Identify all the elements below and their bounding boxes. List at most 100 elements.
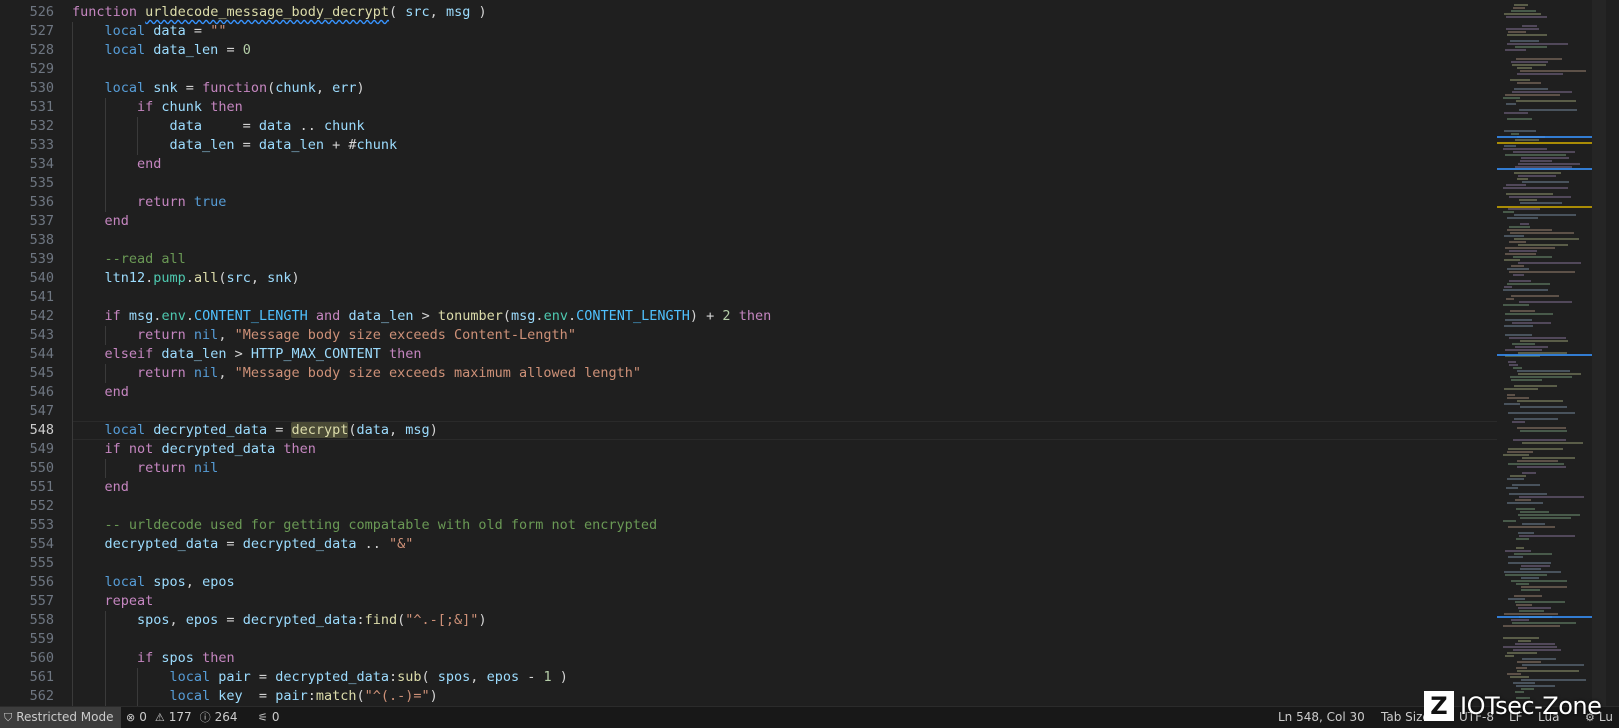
code-line[interactable]	[72, 288, 1552, 307]
code-line[interactable]: decrypted_data = decrypted_data .. "&"	[72, 535, 1552, 554]
code-token: :	[356, 612, 365, 628]
minimap-line	[1522, 472, 1536, 474]
minimap-line	[1513, 649, 1561, 651]
code-line[interactable]	[72, 630, 1552, 649]
code-token: local	[104, 574, 146, 590]
problems-button[interactable]: ⊗ 0 ⚠ 177 ⓘ 264	[126, 707, 238, 728]
code-line[interactable]: local key = pair:match("^(.-)=")	[72, 687, 1552, 706]
code-line[interactable]: return nil, "Message body size exceeds m…	[72, 364, 1552, 383]
code-line[interactable]: elseif data_len > HTTP_MAX_CONTENT then	[72, 345, 1552, 364]
cursor-position-button[interactable]: Ln 548, Col 30	[1278, 707, 1365, 728]
indent-guide	[72, 592, 73, 611]
code-line[interactable]: return nil, "Message body size exceeds C…	[72, 326, 1552, 345]
code-line[interactable]: if msg.env.CONTENT_LENGTH and data_len >…	[72, 307, 1552, 326]
code-line[interactable]: if chunk then	[72, 98, 1552, 117]
code-line[interactable]: repeat	[72, 592, 1552, 611]
minimap-line	[1513, 151, 1575, 153]
code-token: (	[389, 4, 406, 20]
code-line[interactable]: end	[72, 155, 1552, 174]
vertical-scrollbar[interactable]	[1592, 0, 1606, 706]
indent-guide	[72, 41, 73, 60]
code-line[interactable]: return true	[72, 193, 1552, 212]
minimap-line	[1509, 241, 1526, 243]
indent-guide	[72, 60, 73, 79]
editor[interactable]: 526 527 528 529 530 531 532 533 534 535 536 537 538 5…	[0, 0, 1619, 706]
broadcast-icon: ⚟	[258, 711, 268, 724]
minimap-line	[1516, 538, 1529, 540]
minimap-line	[1511, 265, 1524, 267]
code-line[interactable]: --read all	[72, 250, 1552, 269]
code-line[interactable]	[72, 554, 1552, 573]
code-line[interactable]: local pair = decrypted_data:sub( spos, e…	[72, 668, 1552, 687]
minimap-line	[1504, 403, 1520, 405]
code-line[interactable]	[72, 497, 1552, 516]
indent-guide	[72, 174, 73, 193]
minimap-line	[1507, 229, 1552, 231]
minimap-line	[1512, 322, 1551, 324]
code-line[interactable]: local decrypted_data = decrypt(data, msg…	[72, 421, 1562, 440]
code-token: sub	[397, 669, 422, 685]
code-token: end	[137, 156, 162, 172]
code-line[interactable]: local spos, epos	[72, 573, 1552, 592]
code-line[interactable]	[72, 174, 1552, 193]
code-line[interactable]: -- urldecode used for getting compatable…	[72, 516, 1552, 535]
indent-guide	[104, 326, 106, 345]
code-line[interactable]	[72, 231, 1552, 250]
code-line[interactable]: local data = ""	[72, 22, 1552, 41]
line-number: 561	[29, 669, 54, 685]
minimap-line	[1518, 514, 1580, 516]
minimap-line	[1516, 667, 1527, 669]
minimap-line	[1508, 556, 1523, 558]
code-token: chunk	[161, 99, 203, 115]
indent-guide	[72, 497, 73, 516]
indent-guide	[72, 250, 73, 269]
minimap-line	[1506, 28, 1539, 30]
code-line[interactable]: end	[72, 478, 1552, 497]
ports-button[interactable]: ⚟ 0	[258, 707, 280, 728]
indent-guide	[104, 98, 106, 117]
code-line[interactable]: local snk = function(chunk, err)	[72, 79, 1552, 98]
code-line[interactable]: local data_len = 0	[72, 41, 1552, 60]
minimap-line	[1520, 517, 1571, 519]
line-number: 562	[29, 688, 54, 704]
minimap-line	[1521, 577, 1539, 579]
minimap-line	[1510, 40, 1539, 42]
code-token: CONTENT_LENGTH	[576, 308, 690, 324]
code-line[interactable]: end	[72, 383, 1552, 402]
minimap-line	[1521, 565, 1550, 567]
code-line[interactable]: data = data .. chunk	[72, 117, 1552, 136]
code-token: "^.-[;&]"	[405, 612, 479, 628]
minimap-line	[1522, 181, 1569, 183]
code-token: local	[104, 422, 146, 438]
code-token: spos	[153, 574, 186, 590]
minimap-line	[1503, 637, 1539, 639]
code-line[interactable]: if spos then	[72, 649, 1552, 668]
code-token: pair	[275, 688, 308, 704]
minimap-line	[1518, 175, 1556, 177]
minimap-line	[1507, 34, 1547, 36]
code-area[interactable]: function urldecode_message_body_decrypt(…	[72, 3, 1562, 706]
code-line[interactable]	[72, 402, 1552, 421]
code-line[interactable]: data_len = data_len + #chunk	[72, 136, 1552, 155]
minimap-line	[1503, 289, 1548, 291]
code-line[interactable]: function urldecode_message_body_decrypt(…	[72, 3, 1552, 22]
restricted-mode-button[interactable]: ⛉ Restricted Mode	[0, 707, 122, 728]
code-line[interactable]: return nil	[72, 459, 1552, 478]
minimap-line	[1507, 394, 1515, 396]
code-line[interactable]: ltn12.pump.all(src, snk)	[72, 269, 1552, 288]
code-token: data_len	[258, 137, 324, 153]
code-line[interactable]: if not decrypted_data then	[72, 440, 1552, 459]
code-token: find	[364, 612, 398, 628]
code-line[interactable]: spos, epos = decrypted_data:find("^.-[;&…	[72, 611, 1552, 630]
code-line[interactable]: end	[72, 212, 1552, 231]
minimap-line	[1508, 412, 1575, 414]
minimap-line	[1504, 325, 1533, 327]
code-line[interactable]	[72, 60, 1552, 79]
minimap-line	[1518, 244, 1568, 246]
minimap-line	[1511, 295, 1559, 297]
minimap-line	[1509, 337, 1566, 339]
minimap-line	[1518, 163, 1580, 165]
status-bar: ⛉ Restricted Mode ⊗ 0 ⚠ 177 ⓘ 264 ⚟ 0 Ln…	[0, 706, 1619, 728]
line-number: 551	[29, 479, 54, 495]
code-token: repeat	[104, 593, 154, 609]
